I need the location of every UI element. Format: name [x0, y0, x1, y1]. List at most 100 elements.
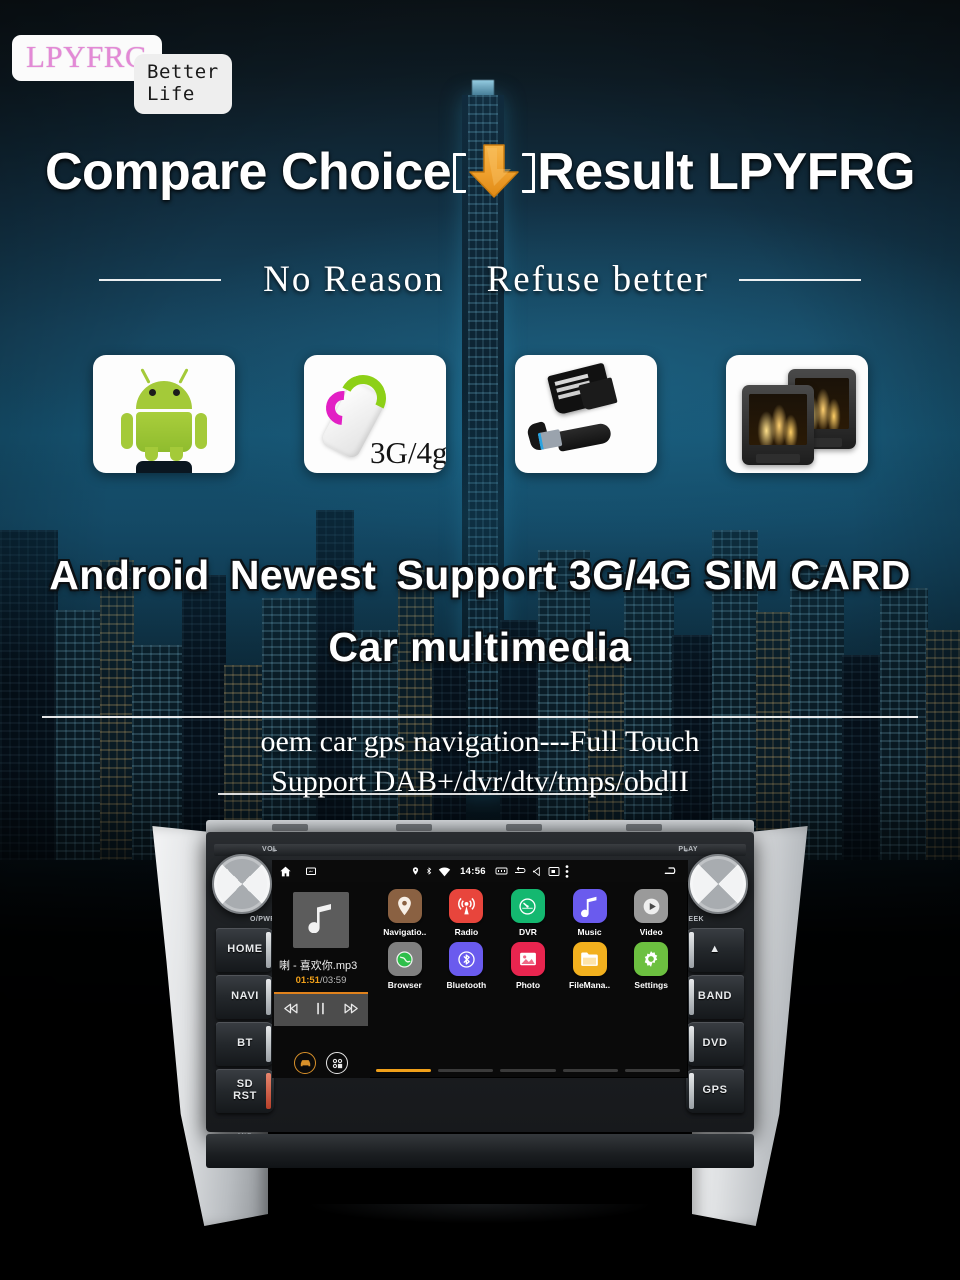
feature-card-3g4g: 3G/4g: [303, 355, 446, 473]
home-icon[interactable]: [279, 865, 292, 878]
hardware-buttons-left: HOME NAVI BT SD RST MIC: [216, 928, 274, 1140]
location-pin-icon: [411, 865, 420, 877]
app-browser[interactable]: Browser: [380, 942, 430, 990]
car-mode-icon[interactable]: [294, 1052, 316, 1074]
app-row-1: Navigatio.. Radio DVR Music Video: [374, 889, 682, 937]
app-photo[interactable]: Photo: [503, 942, 553, 990]
feature-card-storage: [514, 355, 657, 473]
app-filemanager-label: FileMana..: [569, 980, 611, 990]
app-bluetooth-label: Bluetooth: [446, 980, 487, 990]
app-music-label: Music: [577, 927, 602, 937]
track-title: 喇 - 喜欢你.mp3: [279, 960, 358, 972]
touchscreen[interactable]: 14:56 喇 - 喜欢你.mp3 01:51/03:59 Navigatio.…: [272, 860, 688, 1078]
app-settings-label: Settings: [634, 980, 668, 990]
usb-icon: [513, 866, 527, 876]
headrest-monitor-icon: [732, 363, 862, 467]
bluetooth-icon: [449, 942, 484, 976]
bt-hardware-button-label: BT: [237, 1037, 253, 1050]
app-row-2: Browser Bluetooth Photo FileMana.. Setti…: [374, 942, 682, 990]
rule-right: [738, 278, 861, 281]
app-navigation-label: Navigatio..: [383, 927, 427, 937]
app-photo-label: Photo: [515, 980, 541, 990]
subtitle-right: Refuse better: [486, 259, 709, 300]
previous-track-icon[interactable]: [282, 1002, 299, 1019]
playback-controls: [274, 992, 368, 1026]
app-video[interactable]: Video: [626, 889, 676, 937]
eject-icon: ▲: [709, 943, 721, 956]
description-block: oem car gps navigation---Full Touch Supp…: [0, 722, 960, 801]
next-track-icon[interactable]: [343, 1002, 360, 1019]
feature-card-headrest: [725, 355, 868, 473]
hardware-buttons-right: ▲ BAND DVD GPS: [686, 928, 744, 1116]
app-dvr-label: DVR: [519, 927, 537, 937]
app-bluetooth[interactable]: Bluetooth: [441, 942, 491, 990]
promo-support: Support 3G/4G SIM CARD: [396, 552, 911, 598]
subtitle-left: No Reason: [263, 259, 445, 300]
android-status-bar: 14:56: [272, 860, 688, 882]
screenshot-icon[interactable]: [305, 865, 317, 877]
music-widget[interactable]: 喇 - 喜欢你.mp3 01:51/03:59: [272, 882, 370, 1078]
wifi-icon: [438, 866, 451, 877]
promo-line-2: Car multimedia: [328, 624, 632, 670]
app-browser-label: Browser: [387, 980, 422, 990]
rule-left: [99, 278, 222, 281]
unit-lower-face: [206, 1134, 754, 1168]
band-hardware-button[interactable]: BAND: [686, 975, 744, 1019]
gps-hardware-button-label: GPS: [702, 1084, 728, 1097]
dvd-hardware-button[interactable]: DVD: [686, 1022, 744, 1066]
unit-bezel-strip: [214, 844, 746, 856]
app-dvr[interactable]: DVR: [503, 889, 553, 937]
promo-android: Android: [49, 552, 210, 598]
band-hardware-button-label: BAND: [697, 990, 733, 1003]
page-title: Compare Choice Result LPYFRG: [0, 142, 960, 202]
track-time: 01:51/03:59: [277, 975, 365, 986]
unit-shadow: [280, 1204, 680, 1234]
back-icon[interactable]: [663, 865, 681, 877]
status-bar-clock: 14:56: [460, 865, 486, 877]
bluetooth-icon: [425, 865, 433, 877]
eject-hardware-button[interactable]: ▲: [686, 928, 744, 972]
brand-tagline: Better Life: [134, 54, 232, 114]
dashcam-icon: [510, 889, 545, 923]
bt-hardware-button[interactable]: BT: [216, 1022, 274, 1066]
app-filemanager[interactable]: FileMana..: [565, 942, 615, 990]
gps-hardware-button[interactable]: GPS: [686, 1069, 744, 1113]
app-navigation[interactable]: Navigatio..: [380, 889, 430, 937]
globe-icon: [387, 942, 422, 976]
navi-hardware-button[interactable]: NAVI: [216, 975, 274, 1019]
promo-page: LPYFRG Better Life Compare Choice Result …: [0, 0, 960, 1280]
app-music[interactable]: Music: [565, 889, 615, 937]
play-circle-icon: [634, 889, 669, 923]
headline-before: Compare Choice: [45, 143, 452, 201]
home-hardware-button[interactable]: HOME: [216, 928, 274, 972]
tuning-knob[interactable]: [688, 854, 748, 914]
music-note-icon: [308, 903, 334, 938]
app-video-label: Video: [639, 927, 663, 937]
app-radio[interactable]: Radio: [441, 889, 491, 937]
feature-card-android: [92, 355, 235, 473]
pause-icon[interactable]: [314, 1001, 327, 1020]
promo-newest: Newest: [229, 552, 377, 598]
feature-card-3g4g-label: 3G/4g: [370, 435, 446, 470]
volume-knob[interactable]: [212, 854, 272, 914]
display-icon: [548, 866, 560, 877]
photo-icon: [510, 942, 545, 976]
sdcard-icon: [495, 866, 508, 876]
navi-hardware-button-label: NAVI: [231, 990, 259, 1003]
volume-mute-icon: [532, 866, 543, 877]
overflow-menu-icon[interactable]: [565, 864, 569, 878]
home-screen-content: 喇 - 喜欢你.mp3 01:51/03:59 Navigatio.. Radi…: [272, 882, 688, 1078]
app-settings[interactable]: Settings: [626, 942, 676, 990]
music-note-icon: [572, 889, 607, 923]
folder-icon: [572, 942, 607, 976]
description-line-1: oem car gps navigation---Full Touch: [260, 725, 700, 758]
app-drawer-icon[interactable]: [326, 1052, 348, 1074]
sd-card-usb-icon: [515, 355, 657, 473]
page-indicator[interactable]: [376, 1069, 681, 1072]
description-rule-top: [42, 716, 918, 718]
description-rule-bottom: [218, 793, 662, 795]
track-total-time: /03:59: [319, 975, 347, 986]
android-icon: [120, 368, 207, 461]
sd-reset-hardware-button[interactable]: SD RST: [216, 1069, 274, 1113]
screen-dock: [272, 1048, 370, 1078]
